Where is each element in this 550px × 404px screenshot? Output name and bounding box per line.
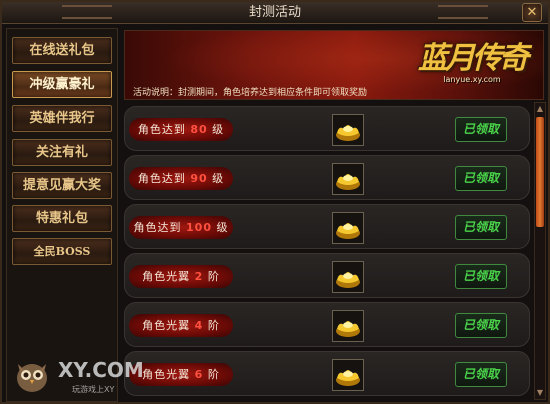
reward-row: 角色达到 90 级 已领取: [124, 155, 530, 200]
title-ornament-right: [438, 5, 488, 19]
event-description: 活动说明：封测期间，角色培养达到相应条件即可领取奖励: [133, 88, 368, 98]
scroll-down-icon[interactable]: ▼: [535, 388, 545, 398]
watermark-tagline: 玩游戏上XY: [72, 385, 115, 394]
condition-label: 角色达到 100 级: [129, 216, 233, 239]
logo-title: 蓝月传奇: [418, 41, 529, 76]
reward-row: 角色达到 80 级 已领取: [124, 106, 530, 151]
sidebar: 在线送礼包 冲级赢豪礼 英雄伴我行 关注有礼 提意见赢大奖 特惠礼包 全民BOS…: [6, 28, 118, 402]
condition-label: 角色达到 90 级: [129, 167, 233, 190]
condition-value: 2: [194, 270, 204, 283]
sidebar-item-label: 提意见赢大奖: [22, 178, 101, 193]
reward-slot[interactable]: [332, 212, 364, 244]
reward-slot[interactable]: [332, 261, 364, 293]
reward-row: 角色光翼 4 阶 已领取: [124, 302, 530, 347]
sidebar-item-label: 特惠礼包: [35, 211, 88, 226]
claimed-status[interactable]: 已领取: [455, 264, 507, 289]
sidebar-item-feedback-prize[interactable]: 提意见赢大奖: [12, 172, 112, 199]
sidebar-item-online-gift[interactable]: 在线送礼包: [12, 37, 112, 64]
condition-label: 角色光翼 2 阶: [129, 265, 233, 288]
gold-ingot-icon: [336, 174, 360, 190]
gold-ingot-icon: [336, 125, 360, 141]
condition-value: 100: [186, 221, 212, 234]
logo-url: lanyue.xy.com: [443, 75, 501, 84]
reward-slot[interactable]: [332, 163, 364, 195]
sidebar-item-label: 全民BOSS: [33, 245, 91, 258]
gold-ingot-icon: [336, 272, 360, 288]
watermark-brand: XY.COM: [58, 358, 144, 382]
close-button[interactable]: ✕: [522, 3, 542, 22]
event-banner: 蓝月传奇 lanyue.xy.com 活动说明：封测期间，角色培养达到相应条件即…: [124, 30, 544, 100]
gold-ingot-icon: [336, 370, 360, 386]
claimed-status[interactable]: 已领取: [455, 313, 507, 338]
sidebar-item-label: 英雄伴我行: [29, 111, 95, 126]
condition-value: 80: [190, 123, 208, 136]
owl-icon: [17, 364, 47, 392]
reward-row: 角色达到 100 级 已领取: [124, 204, 530, 249]
reward-slot[interactable]: [332, 310, 364, 342]
claimed-status[interactable]: 已领取: [455, 166, 507, 191]
sidebar-item-hero[interactable]: 英雄伴我行: [12, 105, 112, 132]
sidebar-item-label: 关注有礼: [35, 145, 88, 160]
reward-row: 角色光翼 6 阶 已领取: [124, 351, 530, 396]
scroll-thumb[interactable]: [536, 117, 544, 227]
activity-window: 封测活动 ✕ 在线送礼包 冲级赢豪礼 英雄伴我行 关注有礼 提意见赢大奖 特惠礼…: [0, 0, 550, 404]
reward-row: 角色光翼 2 阶 已领取: [124, 253, 530, 298]
list-scrollbar[interactable]: ▲ ▼: [534, 102, 546, 400]
reward-list: 角色达到 80 级 已领取 角色达到 90 级 已领取 角色达到 100 级 已…: [124, 102, 532, 402]
gold-ingot-icon: [336, 223, 360, 239]
gold-ingot-icon: [336, 321, 360, 337]
site-watermark: XY.COM 玩游戏上XY: [6, 354, 156, 404]
scroll-up-icon[interactable]: ▲: [535, 104, 545, 114]
title-ornament-left: [62, 5, 112, 19]
condition-value: 90: [190, 172, 208, 185]
sidebar-item-label: 冲级赢豪礼: [29, 77, 95, 92]
reward-slot[interactable]: [332, 114, 364, 146]
title-bar: 封测活动 ✕: [2, 2, 548, 24]
reward-slot[interactable]: [332, 359, 364, 391]
condition-value: 4: [194, 319, 204, 332]
claimed-status[interactable]: 已领取: [455, 215, 507, 240]
close-icon: ✕: [526, 5, 538, 20]
sidebar-item-level-up[interactable]: 冲级赢豪礼: [12, 71, 112, 98]
claimed-status[interactable]: 已领取: [455, 362, 507, 387]
sidebar-item-world-boss[interactable]: 全民BOSS: [12, 238, 112, 265]
window-title: 封测活动: [248, 5, 301, 20]
condition-label: 角色光翼 4 阶: [129, 314, 233, 337]
sidebar-item-follow-gift[interactable]: 关注有礼: [12, 139, 112, 166]
sidebar-item-label: 在线送礼包: [29, 43, 95, 58]
claimed-status[interactable]: 已领取: [455, 117, 507, 142]
condition-label: 角色达到 80 级: [129, 118, 233, 141]
game-logo: 蓝月传奇 lanyue.xy.com: [417, 33, 529, 87]
condition-value: 6: [194, 368, 204, 381]
sidebar-item-special-pack[interactable]: 特惠礼包: [12, 205, 112, 232]
